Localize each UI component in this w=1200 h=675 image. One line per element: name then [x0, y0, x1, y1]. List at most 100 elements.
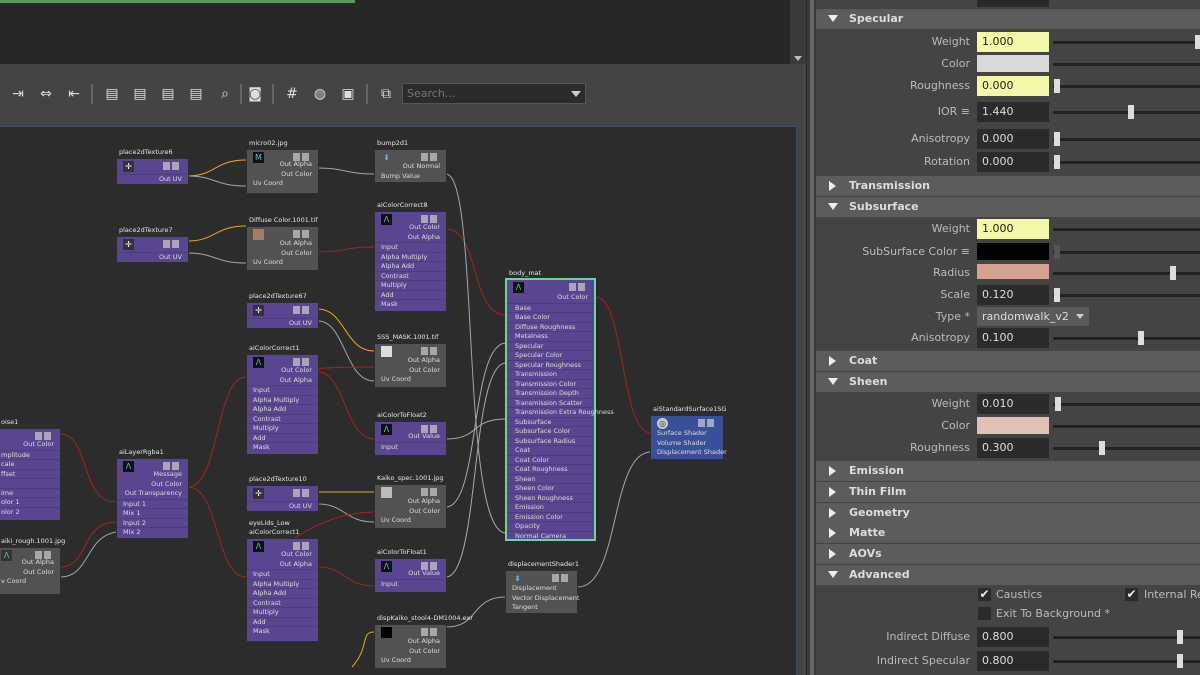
node-aicolorcorrect1-b[interactable]: eyeLids_Low aiColorCorrect1 Λ Out Color …	[246, 519, 319, 642]
node-kaiko-spec[interactable]: Kaiko_spec.1001.jpg Out Alpha Out Color …	[374, 474, 447, 529]
port-input[interactable]: Input	[375, 578, 446, 589]
attr-slider[interactable]	[1053, 161, 1200, 164]
node-aistandardsurface1sg[interactable]: aiStandardSurface1SG ◎ Surface Shader Vo…	[650, 405, 727, 460]
port-out-color[interactable]: Out Color	[507, 293, 594, 303]
port-input2[interactable]: Input 2	[117, 517, 188, 528]
expand-triangle-icon[interactable]	[828, 378, 838, 385]
grid-icon[interactable]: #	[282, 85, 302, 103]
port-body-input[interactable]: Coat	[507, 445, 594, 455]
port-out-alpha[interactable]: Out Alpha	[375, 356, 446, 366]
port-body-input[interactable]: Subsurface Radius	[507, 435, 594, 446]
port-out-uv[interactable]: Out UV	[247, 318, 318, 328]
port-body-input[interactable]: Transmission Color	[507, 378, 594, 389]
collapse-triangle-icon[interactable]	[829, 528, 836, 538]
connected-mode-icon[interactable]: ▤	[130, 85, 150, 103]
full-mode-icon[interactable]: ▤	[158, 85, 178, 103]
port-input[interactable]: Input	[247, 569, 318, 579]
port-out-color[interactable]: Out Color	[0, 568, 60, 578]
input-connections-icon[interactable]: ⇥	[8, 85, 28, 103]
frame-selection-icon[interactable]: ⧉	[376, 85, 396, 103]
port-out-color[interactable]: Out Color	[375, 366, 446, 376]
port-out-color[interactable]: Out Color	[375, 507, 446, 517]
node-place2dtexture10[interactable]: place2dTexture10 ✛ Out UV	[246, 475, 319, 512]
port-input[interactable]: Input	[375, 242, 446, 252]
port-body-input[interactable]: Opacity	[507, 521, 594, 531]
node-displacementshader1[interactable]: displacementShader1 ⇟ Displacement Vecto…	[505, 560, 579, 614]
color-swatch[interactable]	[977, 417, 1049, 434]
attr-slider[interactable]	[1053, 447, 1200, 450]
port-multiply[interactable]: Multiply	[247, 607, 318, 617]
port-multiply[interactable]: Multiply	[375, 280, 446, 290]
slider-knob[interactable]	[1195, 35, 1200, 49]
collapse-triangle-icon[interactable]	[829, 466, 836, 476]
port-bump-value[interactable]: Bump Value	[375, 172, 446, 182]
color-swatch[interactable]	[977, 243, 1049, 260]
node-disp-exr[interactable]: dispKaiko_stool4-DM1004.exr Out Alpha Ou…	[374, 614, 473, 669]
internal-reflections-checkbox[interactable]: ✔	[1125, 588, 1138, 601]
expand-triangle-icon[interactable]	[828, 15, 838, 22]
port-multiply[interactable]: Multiply	[247, 423, 318, 433]
attr-slider[interactable]	[1053, 85, 1200, 88]
attr-slider[interactable]	[1053, 63, 1200, 66]
color-swatch[interactable]	[977, 55, 1049, 72]
port-body-input[interactable]: Transmission Depth	[507, 388, 594, 398]
attr-slider[interactable]	[1053, 228, 1200, 231]
attr-slider[interactable]	[1053, 111, 1200, 114]
attr-value[interactable]: 1.000	[977, 219, 1049, 239]
attr-value[interactable]: 0.300	[977, 438, 1049, 458]
port-blank[interactable]	[0, 478, 60, 488]
section-advanced[interactable]: Advanced	[816, 565, 1200, 585]
port-out-color[interactable]: Out Color	[247, 170, 318, 180]
node-bump2d1[interactable]: bump2d1 ⇟ Out Normal Bump Value	[374, 139, 447, 183]
port-out-value[interactable]: Out Value	[375, 569, 446, 579]
port-color2[interactable]: olor 2	[0, 506, 60, 517]
port-body-input[interactable]: Base	[507, 302, 594, 313]
collapse-triangle-icon[interactable]	[829, 487, 836, 497]
port-out-uv[interactable]: Out UV	[117, 252, 188, 262]
port-body-input[interactable]: Specular Roughness	[507, 359, 594, 370]
slider-knob[interactable]	[1099, 441, 1105, 455]
color-swatch[interactable]	[977, 264, 1049, 279]
port-body-input[interactable]: Subsurface Color	[507, 426, 594, 436]
port-out-alpha[interactable]: Out Alpha	[375, 497, 446, 507]
simple-mode-icon[interactable]: ▤	[102, 85, 122, 103]
exit-to-background-checkbox[interactable]	[978, 607, 991, 620]
input-output-connections-icon[interactable]: ⇔	[36, 85, 56, 103]
swatch-refresh-icon[interactable]: ◙	[245, 85, 265, 103]
port-displacement-shader[interactable]: Displacement Shader	[651, 448, 727, 458]
attr-slider[interactable]	[1053, 272, 1200, 275]
attr-value[interactable]: 1.440	[977, 102, 1049, 122]
node-aicolortofloat1[interactable]: aiColorToFloat1 Λ Out Value Input	[374, 548, 447, 593]
section-transmission[interactable]: Transmission	[816, 176, 1200, 196]
attr-slider[interactable]	[1053, 41, 1200, 44]
port-out-alpha[interactable]: Out Alpha	[375, 233, 446, 243]
port-out-color[interactable]: Out Color	[247, 366, 318, 376]
caustics-checkbox[interactable]: ✔	[978, 588, 991, 601]
slider-knob[interactable]	[1170, 266, 1176, 280]
port-out-alpha[interactable]: Out Alpha	[375, 637, 446, 647]
port-body-input[interactable]: Specular Color	[507, 350, 594, 360]
port-alpha-multiply[interactable]: Alpha Multiply	[247, 578, 318, 589]
port-uv-coord[interactable]: v Coord	[0, 577, 60, 587]
port-alpha-add[interactable]: Alpha Add	[375, 261, 446, 271]
slider-knob[interactable]	[1177, 654, 1183, 668]
slider-knob[interactable]	[1128, 105, 1134, 119]
port-time[interactable]: ime	[0, 487, 60, 498]
port-mask[interactable]: Mask	[247, 442, 318, 452]
port-tangent[interactable]: Tangent	[506, 603, 577, 613]
top-panel-scrollbar[interactable]	[790, 0, 806, 64]
section-subsurface[interactable]: Subsurface	[816, 197, 1200, 217]
node-editor-graph[interactable]: place2dTexture6 ✛ Out UV micro02.jpg M O…	[0, 126, 797, 675]
port-body-input[interactable]: Sheen	[507, 473, 594, 484]
port-body-input[interactable]: Transmission Extra Roughness	[507, 407, 614, 417]
port-scale[interactable]: cale	[0, 459, 60, 469]
section-coat[interactable]: Coat	[816, 351, 1200, 371]
attr-slider[interactable]	[1053, 403, 1200, 406]
attr-value[interactable]: 0.800	[977, 651, 1049, 671]
expand-triangle-icon[interactable]	[828, 203, 838, 210]
port-body-input[interactable]: Sheen Roughness	[507, 492, 594, 503]
port-out-alpha[interactable]: Out Alpha	[247, 560, 318, 570]
port-mix2[interactable]: Mix 2	[117, 527, 188, 537]
node-noise1[interactable]: oise1 Out Color mplitude cale ffset ime …	[0, 418, 61, 521]
port-uv-coord[interactable]: Uv Coord	[375, 375, 446, 385]
